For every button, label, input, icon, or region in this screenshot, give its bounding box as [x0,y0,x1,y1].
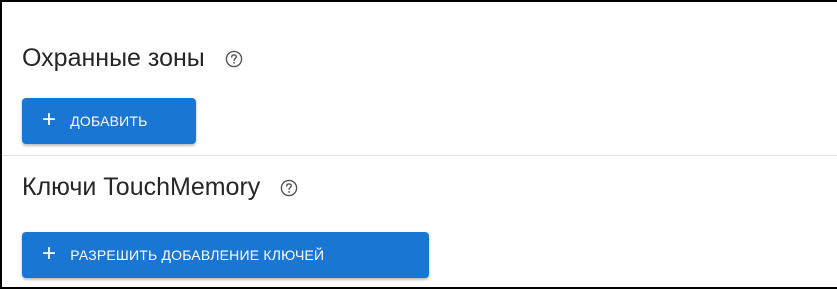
touchmemory-keys-title: Ключи TouchMemory [22,173,261,201]
plus-icon: + [42,240,57,267]
add-zone-button[interactable]: + ДОБАВИТЬ [22,98,196,144]
touchmemory-keys-heading: Ключи TouchMemory [22,173,298,202]
add-zone-button-label: ДОБАВИТЬ [70,113,148,129]
security-zones-title: Охранные зоны [22,44,205,72]
help-circle-icon[interactable] [225,50,243,68]
plus-icon: + [42,106,57,133]
security-zones-section: Охранные зоны + ДОБАВИТЬ [2,2,837,155]
allow-add-keys-button[interactable]: + РАЗРЕШИТЬ ДОБАВЛЕНИЕ КЛЮЧЕЙ [22,232,429,278]
security-zones-heading: Охранные зоны [22,44,243,73]
touchmemory-keys-section: Ключи TouchMemory + РАЗРЕШИТЬ ДОБАВЛЕНИЕ… [2,156,837,287]
settings-panel: Охранные зоны + ДОБАВИТЬ Ключи TouchMemo… [0,0,837,289]
allow-add-keys-button-label: РАЗРЕШИТЬ ДОБАВЛЕНИЕ КЛЮЧЕЙ [70,247,325,263]
help-circle-icon[interactable] [280,179,298,197]
